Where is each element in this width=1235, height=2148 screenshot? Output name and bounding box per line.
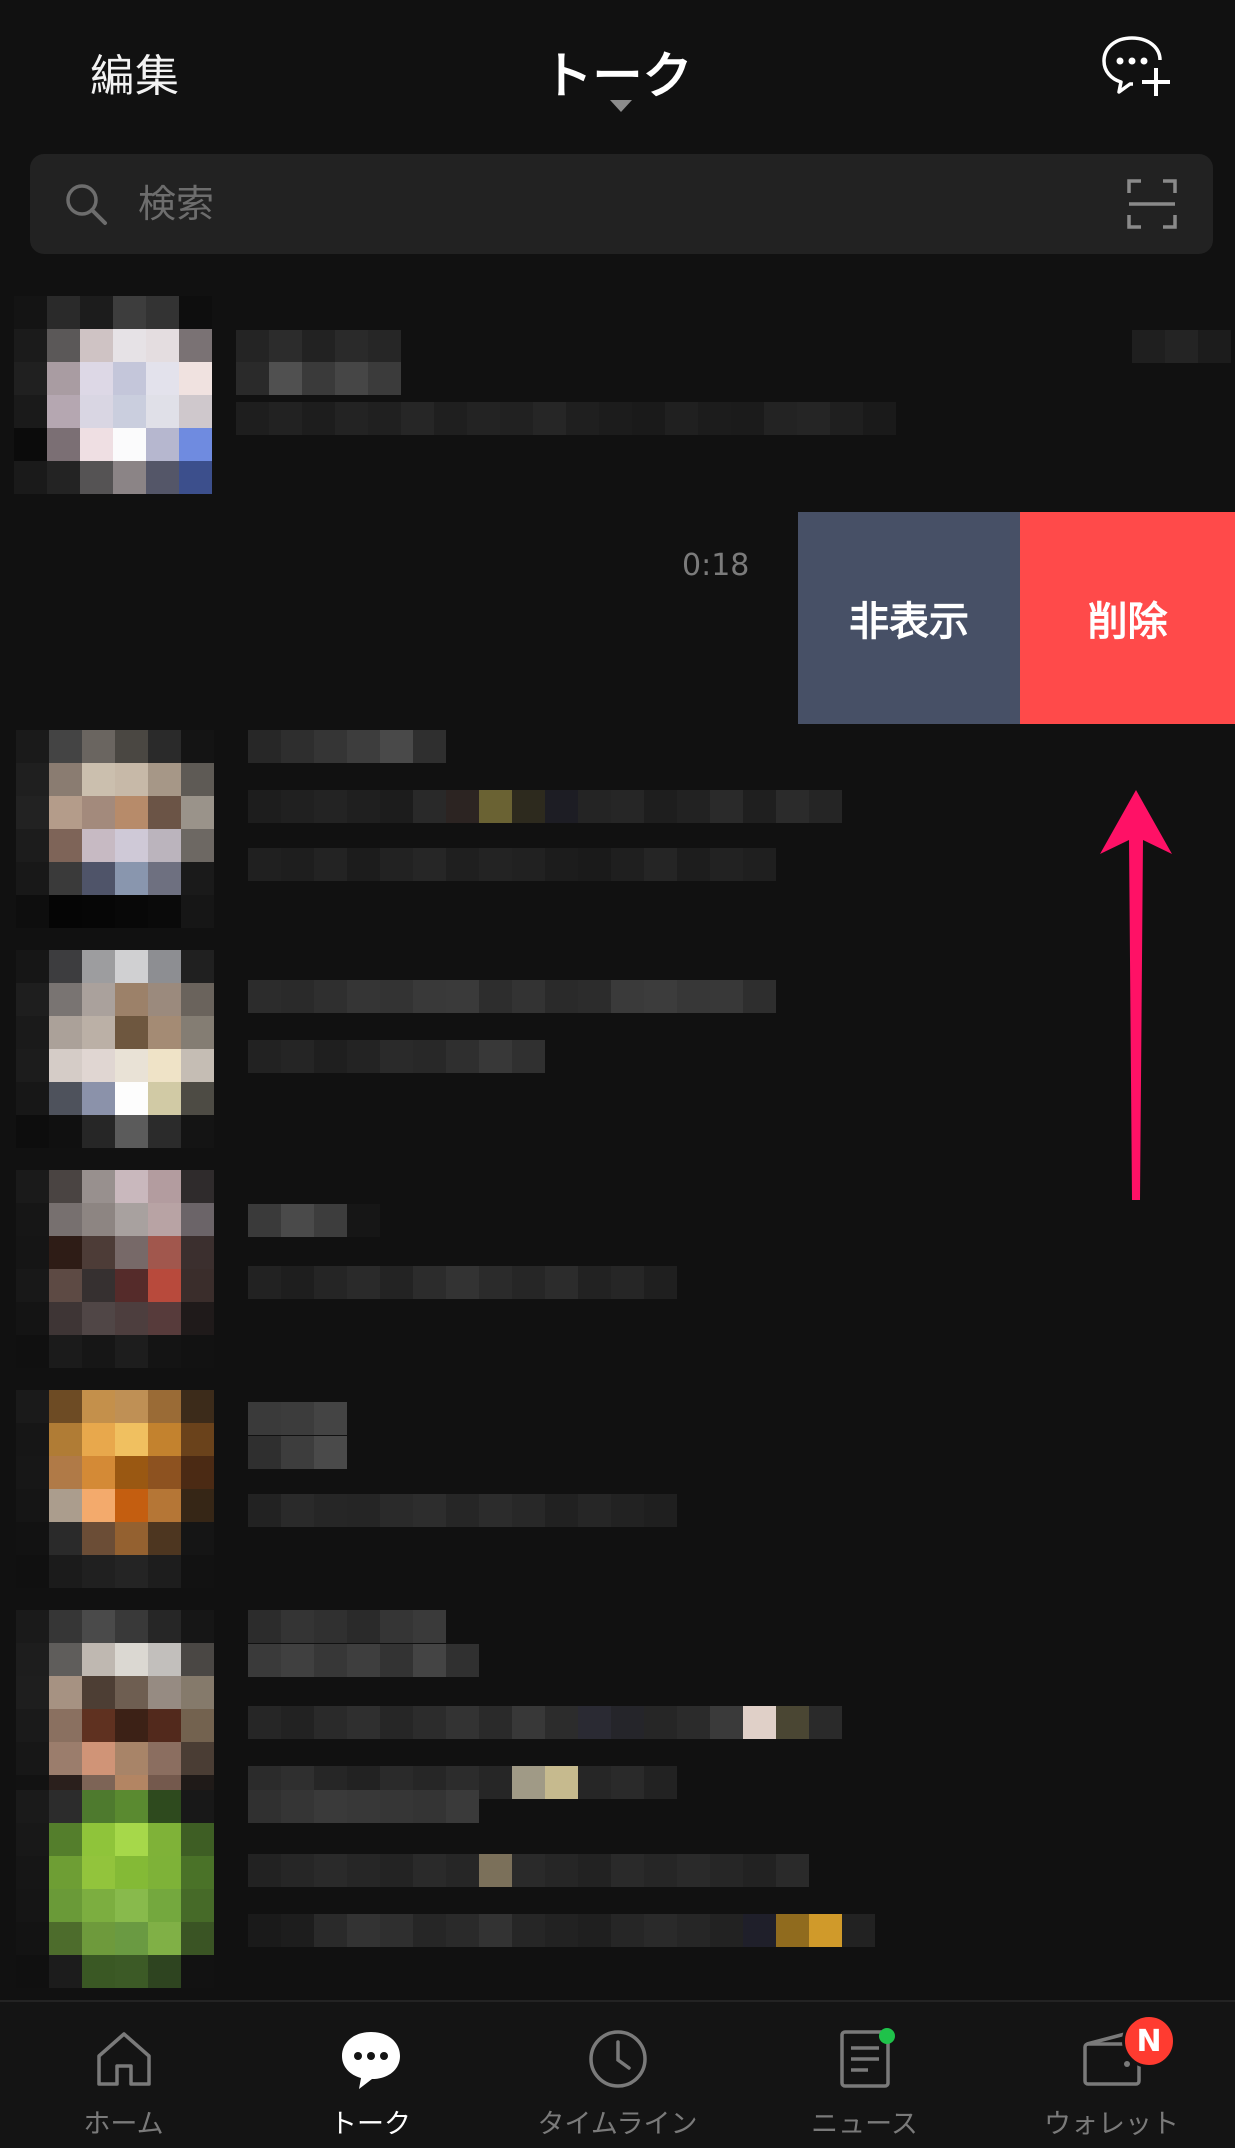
chat-icon [341, 2032, 400, 2089]
nav-timeline[interactable]: タイムライン [494, 2002, 741, 2148]
title-dropdown-caret-icon[interactable] [610, 100, 632, 112]
clock-icon [588, 2030, 647, 2088]
delete-button[interactable]: 削除 [1020, 512, 1235, 724]
search-icon [66, 184, 107, 225]
chat-name-redacted [248, 1610, 446, 1643]
new-chat-icon[interactable] [1100, 34, 1174, 98]
chat-name-redacted [248, 1790, 479, 1823]
chat-preview-redacted-2 [248, 1706, 842, 1739]
chat-preview-redacted-2 [248, 1914, 875, 1947]
chat-name-redacted [248, 730, 446, 763]
nav-home[interactable]: ホーム [0, 2002, 247, 2148]
avatar [16, 1610, 214, 1808]
chat-preview-redacted [248, 1644, 479, 1677]
nav-label: ウォレット [1044, 2109, 1179, 2140]
bottom-nav: ホーム トーク タイムライン ニュース N ウォレット [0, 2000, 1235, 2148]
nav-label: タイムライン [537, 2109, 698, 2140]
chat-preview-redacted-2 [248, 1494, 677, 1527]
annotation-arrow-icon [1100, 790, 1172, 1200]
chat-preview-redacted-2 [236, 402, 896, 435]
header: 編集 トーク [0, 0, 1235, 140]
avatar [16, 1790, 214, 1988]
chat-preview-redacted-2 [248, 848, 776, 881]
news-unread-dot [879, 2028, 895, 2044]
chat-preview-redacted [248, 790, 842, 823]
nav-talk[interactable]: トーク [247, 2002, 494, 2148]
chat-preview-redacted [248, 980, 776, 1013]
hide-button[interactable]: 非表示 [798, 512, 1020, 724]
search-input[interactable] [138, 172, 1038, 236]
chat-preview-redacted [248, 1266, 677, 1299]
chat-preview-redacted [248, 1436, 347, 1469]
home-icon [96, 2032, 151, 2086]
avatar [16, 1390, 214, 1588]
chat-time-redacted [1132, 330, 1231, 363]
nav-label: ニュース [811, 2109, 918, 2140]
chat-row[interactable] [0, 1390, 1235, 1610]
chat-row[interactable] [0, 730, 1235, 950]
chat-preview-redacted [248, 1854, 809, 1887]
qr-scan-icon[interactable] [1127, 179, 1177, 229]
swiped-chat-row[interactable]: 0:18 非表示 削除 [0, 512, 1235, 724]
chat-row[interactable] [0, 290, 1235, 510]
chat-name-redacted [248, 1402, 347, 1435]
avatar [16, 730, 214, 928]
nav-label: トーク [330, 2109, 411, 2140]
chat-preview-redacted-2 [248, 1040, 545, 1073]
nav-news[interactable]: ニュース [741, 2002, 988, 2148]
chat-row[interactable] [0, 1170, 1235, 1390]
chat-row[interactable] [0, 1790, 1235, 2000]
search-bar[interactable] [30, 154, 1213, 254]
wallet-badge: N [1122, 2014, 1176, 2068]
page-title[interactable]: トーク [0, 36, 1235, 108]
chat-name-redacted [236, 330, 401, 363]
chat-row[interactable] [0, 950, 1235, 1170]
chat-name-redacted [248, 1204, 380, 1237]
avatar [16, 1170, 214, 1368]
avatar [16, 950, 214, 1148]
nav-wallet[interactable]: N ウォレット [988, 2002, 1235, 2148]
nav-label: ホーム [83, 2109, 164, 2140]
chat-timestamp: 0:18 [682, 548, 750, 583]
chat-list[interactable]: 0:18 非表示 削除 [0, 290, 1235, 2000]
avatar [14, 296, 212, 494]
chat-preview-redacted [236, 362, 401, 395]
